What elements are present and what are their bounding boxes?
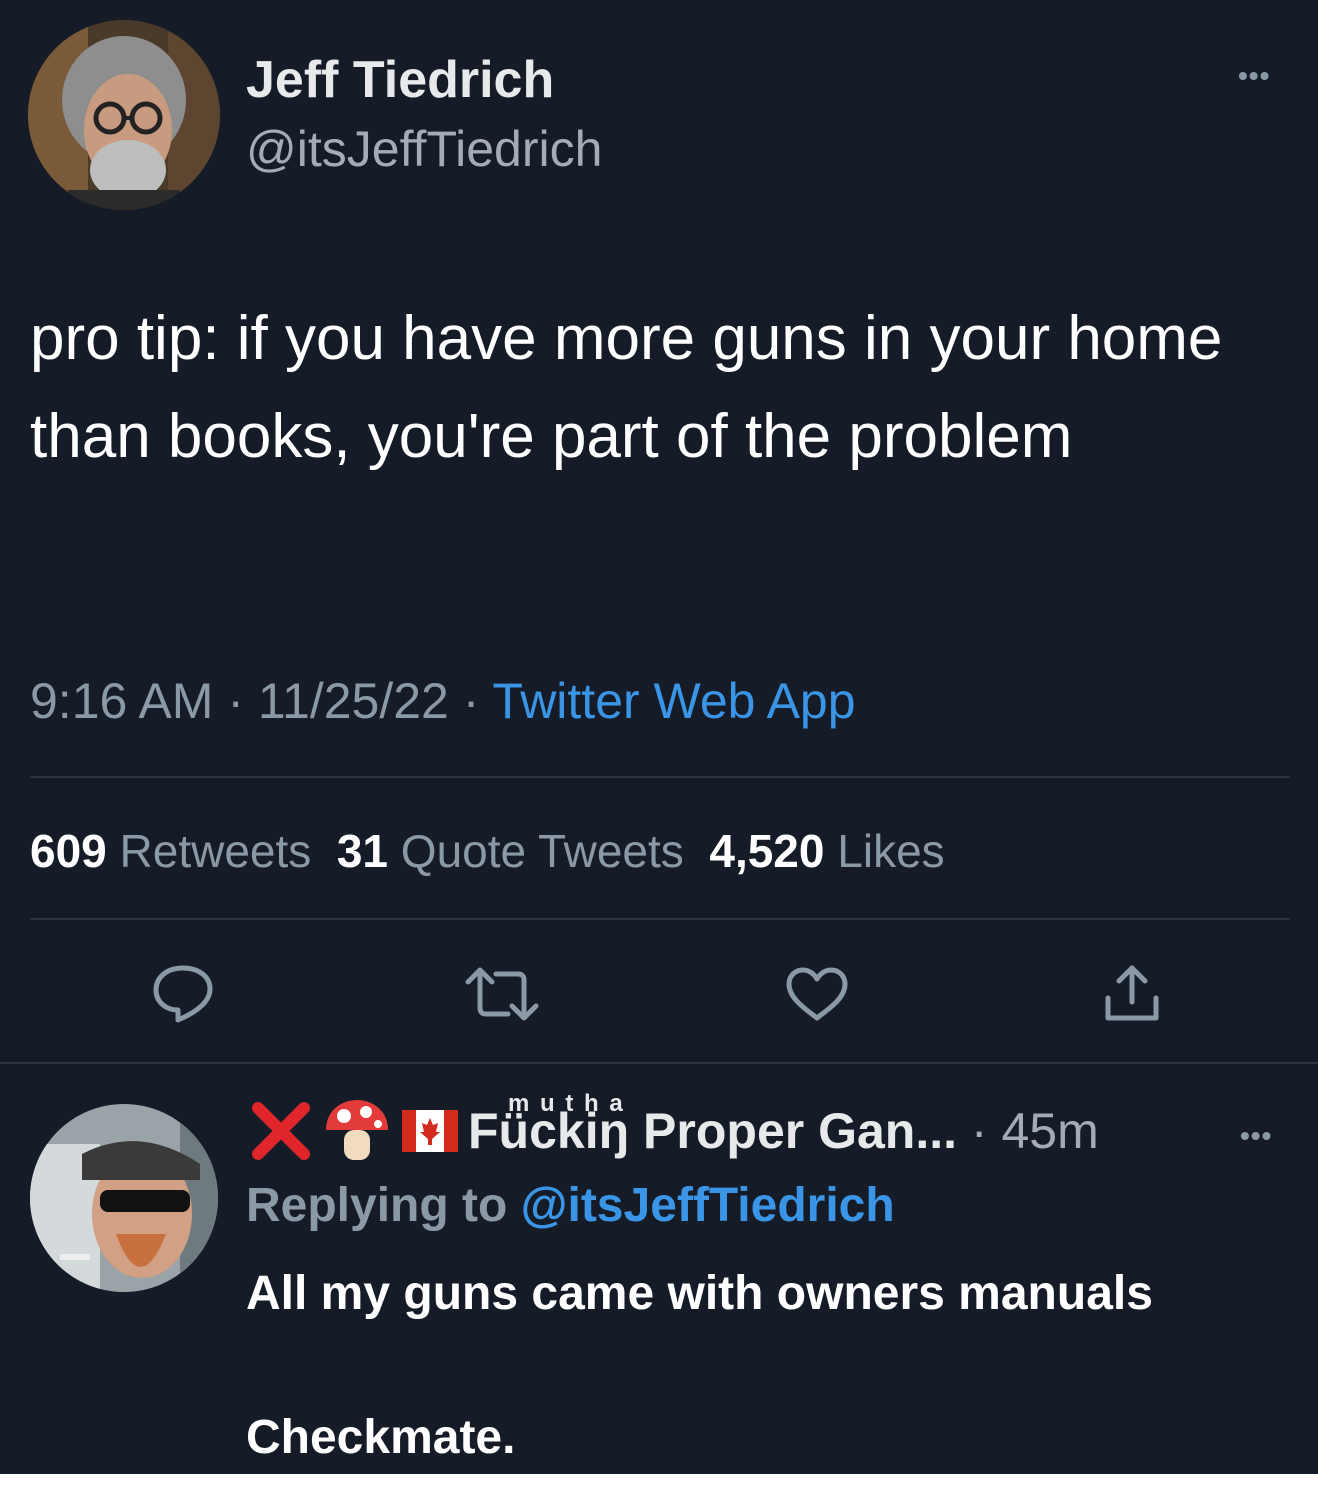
divider [30,776,1290,778]
tweet-screen: Jeff Tiedrich @itsJeffTiedrich ••• pro t… [0,0,1318,1474]
tweet-stats: 609 Retweets 31 Quote Tweets 4,520 Likes [30,824,945,878]
tweet-source-link[interactable]: Twitter Web App [492,673,855,729]
tweet-text: pro tip: if you have more guns in your h… [30,304,1223,471]
reply-more-dots-icon[interactable]: ••• [1240,1122,1272,1150]
reply-text-line1: All my guns came with owners manuals [246,1267,1153,1320]
reply-author-name[interactable]: Fückiŋ Proper Gan... · 45m [468,1102,1099,1160]
more-dots-icon[interactable]: ••• [1238,62,1270,90]
tweet-date: 11/25/22 [257,673,449,729]
quotes-stat[interactable]: 31 Quote Tweets [337,825,684,877]
author-avatar[interactable] [28,20,220,210]
likes-label: Likes [837,825,945,877]
reply-name-main: Fückiŋ [468,1103,630,1159]
meta-separator: · [462,673,480,729]
author-handle[interactable]: @itsJeffTiedrich [246,120,602,178]
retweets-label: Retweets [119,825,312,877]
mushroom-icon [326,1100,388,1160]
likes-count: 4,520 [709,825,825,877]
retweets-count: 609 [30,825,107,877]
divider [0,1062,1318,1064]
tweet-time: 9:16 AM [30,673,214,729]
replying-to-handle[interactable]: @itsJeffTiedrich [521,1179,895,1232]
like-icon[interactable] [784,966,850,1024]
reply-text-line2: Checkmate. [246,1411,516,1464]
reply-time: 45m [1001,1103,1099,1159]
replying-to: Replying to @itsJeffTiedrich [246,1178,895,1233]
quotes-count: 31 [336,825,389,877]
reply-name-rest: Proper Gan... [643,1103,958,1159]
cross-mark-icon [252,1102,310,1160]
meta-separator: · [227,673,245,729]
quotes-label: Quote Tweets [400,825,684,877]
divider [30,918,1290,920]
retweet-icon[interactable] [462,964,542,1024]
reply-separator: · [970,1103,988,1159]
retweets-stat[interactable]: 609 Retweets [30,825,311,877]
canada-flag-icon [402,1110,458,1152]
reply-header: m u t h a Fückiŋ Proper Gan... · 45m ••• [246,1090,1316,1170]
reply-icon[interactable] [150,962,216,1024]
share-icon[interactable] [1102,962,1162,1024]
reply-avatar[interactable] [30,1104,218,1292]
likes-stat[interactable]: 4,520 Likes [709,825,944,877]
author-name[interactable]: Jeff Tiedrich [246,50,554,110]
replying-to-label: Replying to [246,1179,508,1232]
tweet-meta: 9:16 AM · 11/25/22 · Twitter Web App [30,672,856,730]
